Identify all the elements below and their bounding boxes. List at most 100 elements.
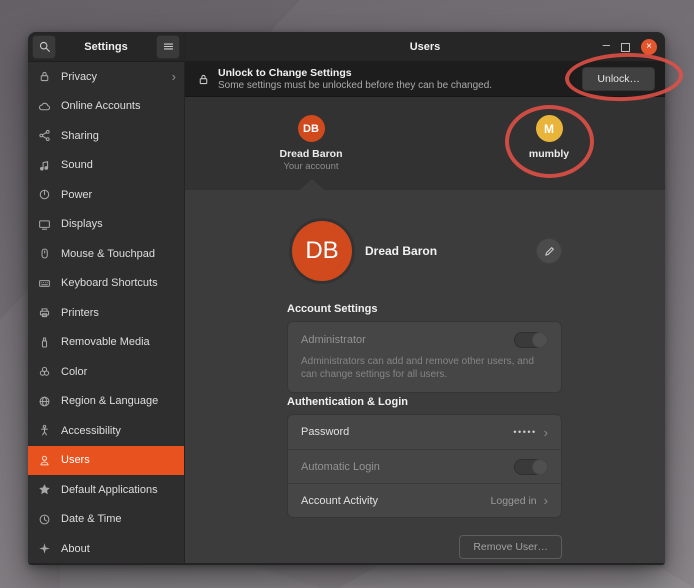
edit-name-button[interactable] bbox=[536, 238, 562, 264]
sidebar-item-mouse-touchpad[interactable]: Mouse & Touchpad bbox=[28, 239, 184, 269]
maximize-button[interactable] bbox=[621, 43, 630, 52]
administrator-description: Administrators can add and remove other … bbox=[301, 355, 539, 381]
sidebar-item-label: Sharing bbox=[61, 130, 176, 142]
main-panel: Users – × Unlock to Change Settings Some… bbox=[185, 32, 665, 563]
auth-login-card: Password•••••›Automatic LoginAccount Act… bbox=[287, 414, 562, 518]
sidebar-item-displays[interactable]: Displays bbox=[28, 210, 184, 240]
carousel-user-dread-baron[interactable]: DB Dread BaronYour account bbox=[251, 115, 371, 172]
sidebar-item-label: Mouse & Touchpad bbox=[61, 248, 176, 260]
sidebar-item-region-language[interactable]: Region & Language bbox=[28, 387, 184, 417]
sidebar-item-label: Online Accounts bbox=[61, 100, 176, 112]
sidebar-item-sound[interactable]: Sound bbox=[28, 151, 184, 181]
account-activity-label: Account Activity bbox=[301, 495, 491, 507]
automatic-login-toggle[interactable] bbox=[514, 459, 548, 475]
sidebar-item-online-accounts[interactable]: Online Accounts bbox=[28, 92, 184, 122]
sidebar-item-label: Accessibility bbox=[61, 425, 176, 437]
user-detail-panel: DB Dread Baron Account Settings Administ… bbox=[185, 190, 665, 563]
sidebar-item-label: Default Applications bbox=[61, 484, 176, 496]
hamburger-menu-icon bbox=[162, 40, 175, 53]
sidebar-item-label: Users bbox=[61, 454, 176, 466]
minimize-button[interactable]: – bbox=[603, 38, 610, 57]
password-label: Password bbox=[301, 426, 513, 438]
titlebar[interactable]: Users – × bbox=[185, 32, 665, 62]
sidebar-header: Settings bbox=[28, 32, 184, 62]
sidebar-item-label: Privacy bbox=[61, 71, 172, 83]
account-settings-card: Administrator Administrators can add and… bbox=[287, 321, 562, 393]
about-icon bbox=[36, 541, 52, 557]
color-icon bbox=[36, 364, 52, 380]
search-icon bbox=[38, 40, 51, 53]
account-activity-row[interactable]: Account ActivityLogged in › bbox=[288, 483, 561, 517]
settings-window: Settings Privacy›Online AccountsSharingS… bbox=[28, 32, 665, 565]
administrator-label: Administrator bbox=[301, 334, 514, 346]
pencil-icon bbox=[543, 245, 556, 258]
share-icon bbox=[36, 128, 52, 144]
unlock-texts: Unlock to Change Settings Some settings … bbox=[218, 67, 582, 91]
removable-media-icon bbox=[36, 334, 52, 350]
cloud-icon bbox=[36, 98, 52, 114]
auth-login-heading: Authentication & Login bbox=[287, 396, 408, 408]
unlock-subtitle: Some settings must be unlocked before th… bbox=[218, 80, 582, 91]
page-title: Users bbox=[185, 41, 665, 53]
remove-user-button[interactable]: Remove User… bbox=[459, 535, 562, 559]
clock-icon bbox=[36, 511, 52, 527]
user-name: Dread Baron bbox=[279, 148, 342, 160]
star-icon bbox=[36, 482, 52, 498]
app-title: Settings bbox=[84, 41, 127, 53]
user-name: Dread Baron bbox=[365, 244, 437, 258]
search-button[interactable] bbox=[32, 35, 56, 59]
mouse-icon bbox=[36, 246, 52, 262]
menu-button[interactable] bbox=[156, 35, 180, 59]
sidebar-item-color[interactable]: Color bbox=[28, 357, 184, 387]
close-button[interactable]: × bbox=[641, 39, 657, 55]
sidebar-item-printers[interactable]: Printers bbox=[28, 298, 184, 328]
sidebar-item-label: Region & Language bbox=[61, 395, 176, 407]
lock-icon bbox=[197, 73, 210, 86]
desktop: Settings Privacy›Online AccountsSharingS… bbox=[0, 0, 694, 588]
sidebar-item-default-applications[interactable]: Default Applications bbox=[28, 475, 184, 505]
sidebar-item-about[interactable]: About bbox=[28, 534, 184, 563]
account-settings-heading: Account Settings bbox=[287, 303, 377, 315]
administrator-toggle[interactable] bbox=[514, 332, 548, 348]
users-icon bbox=[36, 452, 52, 468]
accessibility-icon bbox=[36, 423, 52, 439]
sidebar-item-users[interactable]: Users bbox=[28, 446, 184, 476]
sidebar-item-label: Power bbox=[61, 189, 176, 201]
sound-icon bbox=[36, 157, 52, 173]
automatic-login-row[interactable]: Automatic Login bbox=[288, 449, 561, 483]
unlock-banner: Unlock to Change Settings Some settings … bbox=[185, 62, 665, 97]
sidebar-item-label: About bbox=[61, 543, 176, 555]
window-controls: – × bbox=[603, 32, 657, 62]
sidebar-item-sharing[interactable]: Sharing bbox=[28, 121, 184, 151]
chevron-right-icon: › bbox=[544, 494, 548, 507]
unlock-button[interactable]: Unlock… bbox=[582, 67, 655, 91]
sidebar-item-label: Keyboard Shortcuts bbox=[61, 277, 176, 289]
sidebar: Settings Privacy› Online Accounts Sharing S… bbox=[28, 32, 185, 563]
password-row[interactable]: Password•••••› bbox=[288, 415, 561, 449]
sidebar-item-removable-media[interactable]: Removable Media bbox=[28, 328, 184, 358]
carousel-user-mumbly[interactable]: Mmumbly bbox=[489, 115, 609, 160]
sidebar-item-accessibility[interactable]: Accessibility bbox=[28, 416, 184, 446]
user-avatar[interactable]: DB bbox=[292, 221, 352, 281]
sidebar-item-label: Printers bbox=[61, 307, 176, 319]
sidebar-item-power[interactable]: Power bbox=[28, 180, 184, 210]
globe-icon bbox=[36, 393, 52, 409]
selected-user-caret bbox=[300, 179, 324, 190]
account-activity-value: Logged in bbox=[491, 495, 537, 507]
sidebar-item-label: Sound bbox=[61, 159, 176, 171]
user-subtitle: Your account bbox=[283, 161, 338, 172]
sidebar-item-privacy[interactable]: Privacy› bbox=[28, 62, 184, 92]
unlock-title: Unlock to Change Settings bbox=[218, 67, 582, 79]
sidebar-item-keyboard-shortcuts[interactable]: Keyboard Shortcuts bbox=[28, 269, 184, 299]
user-avatar[interactable]: M bbox=[536, 115, 563, 142]
keyboard-icon bbox=[36, 275, 52, 291]
chevron-right-icon: › bbox=[172, 70, 176, 83]
user-carousel: DB Dread BaronYour account Mmumbly bbox=[185, 97, 665, 190]
power-icon bbox=[36, 187, 52, 203]
lock-icon bbox=[36, 69, 52, 85]
sidebar-item-date-time[interactable]: Date & Time bbox=[28, 505, 184, 535]
user-avatar[interactable]: DB bbox=[298, 115, 325, 142]
sidebar-list: Privacy› Online Accounts Sharing Sound Power… bbox=[28, 62, 184, 563]
sidebar-item-label: Color bbox=[61, 366, 176, 378]
chevron-right-icon: › bbox=[544, 426, 548, 439]
